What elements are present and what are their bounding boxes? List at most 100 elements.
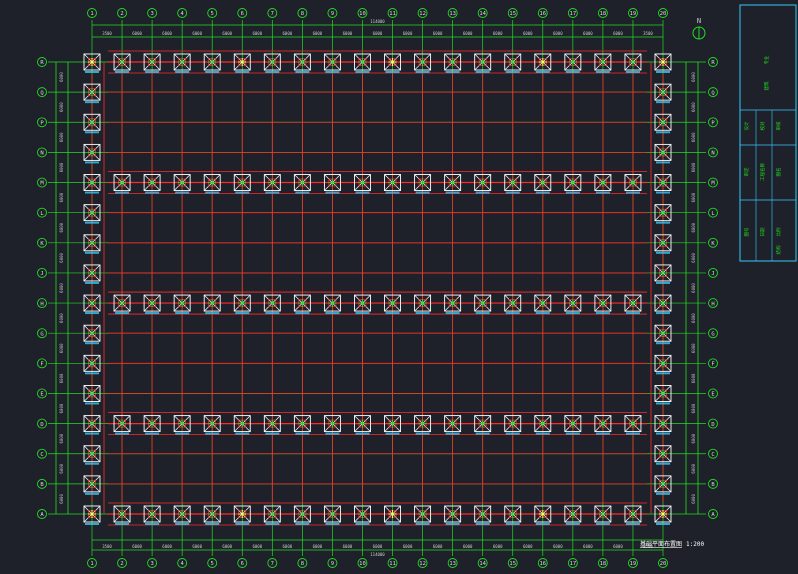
footing-tag bbox=[385, 191, 400, 194]
axis-bubble-label: 7 bbox=[271, 11, 274, 17]
title-block-cell-11: 结构 bbox=[775, 245, 782, 254]
axis-bubble-left-M: M bbox=[37, 177, 47, 188]
footing-tag bbox=[565, 523, 580, 525]
axis-bubble-label: 2 bbox=[120, 561, 123, 567]
axis-bubble-label: E bbox=[711, 392, 714, 398]
footing-tag bbox=[656, 131, 670, 134]
axis-bubble-label: 5 bbox=[211, 561, 214, 567]
span-dim-bottom: 6000 bbox=[403, 544, 413, 549]
footing-tag bbox=[205, 71, 220, 73]
footing-tag bbox=[145, 432, 160, 435]
footing-tag bbox=[656, 221, 670, 224]
footing-tag bbox=[265, 523, 280, 525]
footing-tag bbox=[85, 221, 99, 224]
scale-label: 1:200 bbox=[686, 541, 704, 548]
footing-tag bbox=[85, 251, 99, 254]
footing-tag bbox=[85, 523, 99, 525]
footing-tag bbox=[656, 492, 670, 495]
axis-bubble-label: F bbox=[40, 362, 43, 368]
span-dim-left: 6000 bbox=[59, 102, 64, 112]
footing-tag bbox=[325, 523, 340, 525]
axis-bubble-bottom-2: 2 bbox=[117, 558, 128, 568]
footing-tag bbox=[325, 71, 340, 73]
axis-bubble-left-D: D bbox=[37, 418, 47, 429]
footing-tag bbox=[265, 71, 280, 73]
span-dim-top: 6000 bbox=[222, 31, 232, 36]
footing-tag bbox=[355, 191, 370, 194]
footing-tag bbox=[175, 432, 190, 435]
axis-bubble-top-15: 15 bbox=[507, 8, 518, 18]
span-dim-bottom: 6000 bbox=[313, 544, 323, 549]
axis-bubble-top-14: 14 bbox=[477, 8, 488, 18]
axis-bubble-bottom-9: 9 bbox=[327, 558, 338, 568]
footing-tag bbox=[115, 71, 130, 73]
axis-bubble-label: 12 bbox=[419, 561, 426, 567]
footing-tag bbox=[505, 523, 520, 525]
footing-tag bbox=[355, 71, 370, 73]
foundation-plan-drawing: 1122334455667788991010111112121313141415… bbox=[37, 4, 797, 568]
footing-tag bbox=[475, 432, 490, 435]
axis-bubble-label: 1 bbox=[90, 11, 93, 17]
axis-bubble-right-D: D bbox=[708, 418, 718, 429]
span-dim-bottom: 6000 bbox=[192, 544, 202, 549]
north-arrow: N bbox=[692, 17, 706, 40]
footing-tag bbox=[295, 432, 310, 435]
footing-tag bbox=[325, 432, 340, 435]
axis-bubble-top-7: 7 bbox=[267, 8, 278, 18]
footing-tag bbox=[145, 71, 160, 73]
title-block-cell-4: 工程名称 bbox=[759, 163, 766, 181]
axis-bubble-top-16: 16 bbox=[537, 8, 548, 18]
footing-tag bbox=[656, 71, 670, 73]
footing-tag bbox=[85, 101, 99, 104]
axis-bubble-label: 7 bbox=[271, 561, 274, 567]
span-dim-bottom: 3500 bbox=[102, 544, 112, 549]
axis-bubble-label: 15 bbox=[509, 561, 516, 567]
axis-bubble-label: 18 bbox=[600, 11, 607, 17]
footing-tag bbox=[235, 71, 250, 73]
footing-tag bbox=[445, 312, 460, 315]
footing-tag bbox=[115, 312, 130, 315]
axis-bubble-label: 16 bbox=[539, 11, 546, 17]
footing-tag bbox=[415, 71, 430, 73]
axis-bubble-right-Q: Q bbox=[708, 87, 718, 98]
footing-tag bbox=[145, 312, 160, 315]
axis-bubble-top-20: 20 bbox=[658, 8, 668, 18]
span-dim-top: 6000 bbox=[132, 31, 142, 36]
axis-bubble-right-L: L bbox=[708, 207, 718, 218]
total-dim-bottom: 114000 bbox=[370, 552, 385, 557]
axis-bubble-left-P: P bbox=[37, 117, 47, 128]
footing-tag bbox=[415, 523, 430, 525]
footing-tag bbox=[385, 432, 400, 435]
footing-tag bbox=[535, 71, 550, 73]
title-block-cell-8: 比例 bbox=[775, 227, 782, 236]
span-dim-top: 6000 bbox=[523, 31, 533, 36]
axis-bubble-top-2: 2 bbox=[117, 8, 128, 18]
footing-tag bbox=[355, 523, 370, 525]
axis-bubble-label: Q bbox=[711, 90, 714, 96]
axis-bubble-label: 2 bbox=[120, 11, 123, 17]
axis-bubble-right-N: N bbox=[708, 147, 718, 158]
axis-bubble-label: Q bbox=[40, 90, 43, 96]
axis-bubble-label: 11 bbox=[389, 561, 396, 567]
footing-tag bbox=[355, 312, 370, 315]
span-dim-right: 6000 bbox=[691, 403, 696, 413]
axis-bubble-top-11: 11 bbox=[387, 8, 398, 18]
cad-drawing-canvas[interactable]: 1 1 2 2 3 3 4 4 5 5 6 6 7 7 8 8 9 9 10 10 11 11 12 12 13 13 14 14 15… bbox=[0, 0, 798, 574]
span-dim-top: 3500 bbox=[102, 31, 112, 36]
axis-bubble-bottom-5: 5 bbox=[207, 558, 218, 568]
title-block-cell-10: 建筑 bbox=[763, 81, 770, 90]
span-dim-left: 6000 bbox=[59, 343, 64, 353]
footing-tag bbox=[565, 312, 580, 315]
axis-bubble-label: 6 bbox=[241, 561, 244, 567]
title-block-frame bbox=[739, 4, 797, 262]
span-dim-right: 6000 bbox=[691, 283, 696, 293]
axis-bubble-label: 18 bbox=[600, 561, 607, 567]
footing-tag bbox=[85, 71, 99, 73]
title-block-cell-3: 审定 bbox=[743, 167, 750, 176]
axis-bubble-left-E: E bbox=[37, 388, 47, 399]
axis-bubble-label: C bbox=[40, 452, 43, 458]
axis-bubble-label: 17 bbox=[570, 11, 577, 17]
footing-tag bbox=[265, 432, 280, 435]
span-dim-bottom: 6000 bbox=[553, 544, 563, 549]
span-dim-top: 6000 bbox=[162, 31, 172, 36]
